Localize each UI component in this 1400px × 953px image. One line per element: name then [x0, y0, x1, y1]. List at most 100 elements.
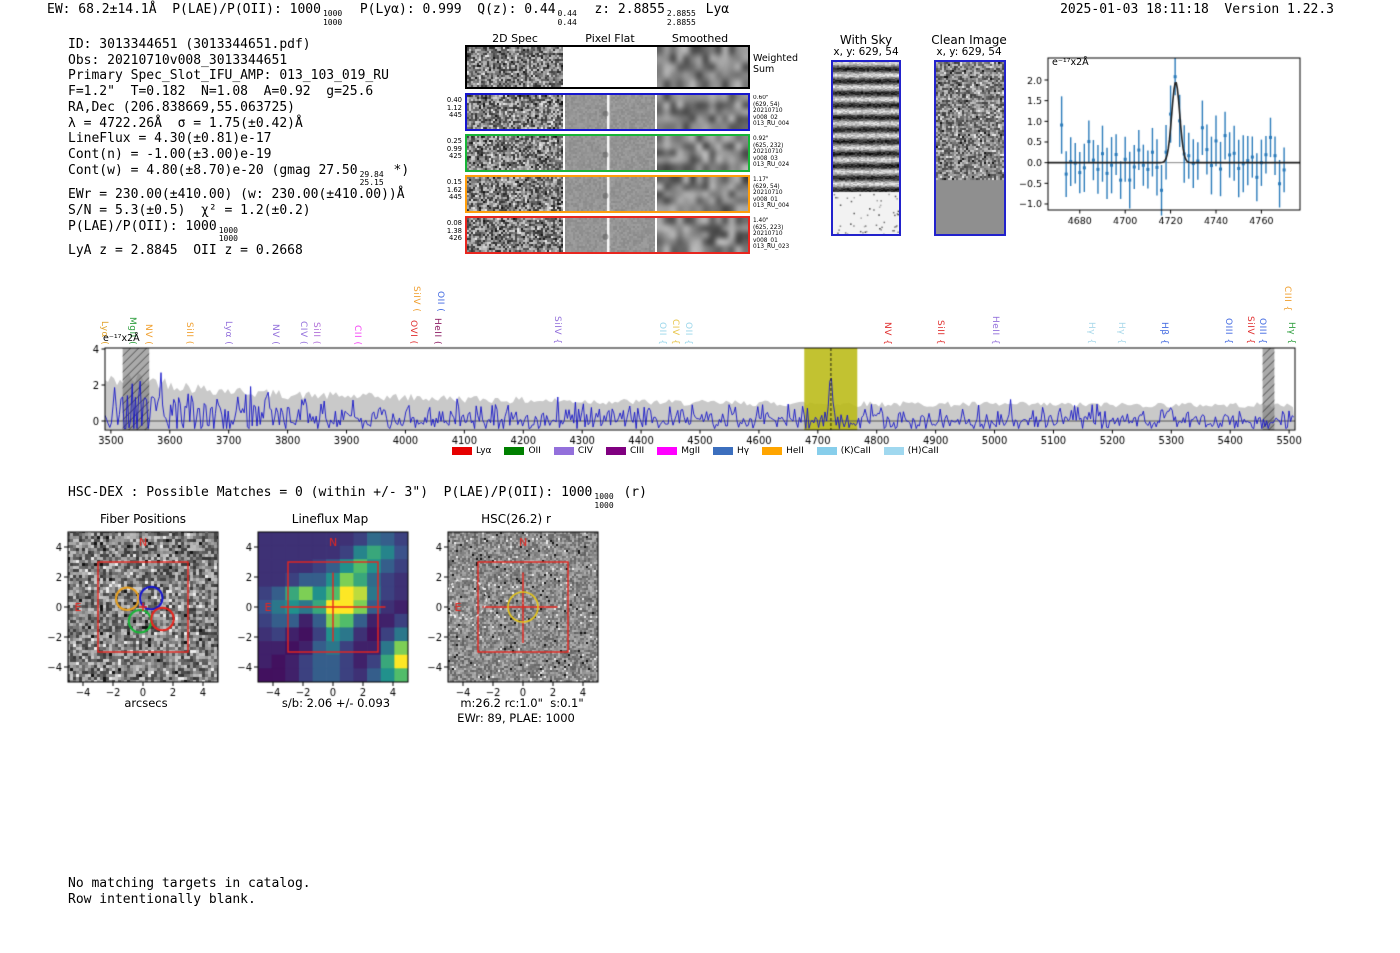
hsc-dex-summary: HSC-DEX : Possible Matches = 0 (within +… — [68, 485, 647, 510]
info-line-11-fraction: 1000 1000 — [218, 226, 238, 244]
main-spectrum-plot — [80, 344, 1305, 446]
strip-right-label: 20210710 — [753, 149, 783, 156]
footer-line-1: No matching targets in catalog. — [68, 876, 311, 891]
legend-label: CIV — [577, 446, 593, 456]
strip-right-label: 0.60" — [753, 95, 769, 101]
strip-right-labels-0: Weighted Sum — [753, 53, 805, 75]
legend-swatch — [504, 447, 525, 455]
info-line-2-text: Primary Spec_Slot_IFU_AMP: 013_103_019_R… — [68, 68, 389, 84]
info-line-11-frac-lo: 1000 — [218, 234, 238, 244]
legend-item-Hγ: Hγ — [713, 446, 749, 456]
spectrum-line-label-SiIV: SiIV { — [552, 316, 562, 345]
timestamp-version: 2025-01-03 18:11:18 Version 1.22.3 — [1060, 2, 1334, 17]
line-fit-plot — [1012, 52, 1304, 234]
strip-right-label: 013_RU_004 — [753, 203, 790, 210]
info-line-0-text: ID: 3013344651 (3013344651.pdf) — [68, 37, 311, 52]
spectrum-line-label-Hγ: Hγ { — [1086, 322, 1096, 345]
spectrum-line-label-OIII: OIII { — [1257, 318, 1267, 345]
hsc-dex-summary-fraction: 1000 1000 — [594, 493, 613, 509]
spectrum-line-label-OII: OII { — [657, 321, 667, 345]
detection-info-block: ID: 3013344651 (3013344651.pdf) Obs: 2021… — [68, 37, 409, 259]
spectrum-line-label-OII: OII { — [683, 321, 693, 345]
summary-header-text: P(Lyα): 0.999 Q(z): 0.44 — [344, 2, 556, 17]
info-line-11-text: P(LAE)/P(OII): 1000 — [68, 218, 217, 234]
info-line-7-text: Cont(n) = -1.00(±3.00)e-19 — [68, 146, 272, 162]
hsc-dex-summary-text: HSC-DEX : Possible Matches = 0 (within +… — [68, 485, 593, 500]
info-line-5-text: λ = 4722.26Å σ = 1.75(±0.42)Å — [68, 115, 303, 131]
info-line-4: RA,Dec (206.838669,55.063725) — [68, 100, 409, 116]
summary-header-text: Lyα — [697, 2, 730, 17]
spectrum-line-label-Hβ: Hβ { — [1159, 321, 1169, 345]
spectrum-line-label-SiII: SiII ( — [184, 322, 194, 345]
info-line-6: LineFlux = 4.30(±0.81)e-17 — [68, 131, 409, 147]
info-line-4-text: RA,Dec (206.838669,55.063725) — [68, 99, 295, 115]
strip-left-labels-2: 0.25 0.99 425 — [420, 137, 462, 161]
hsc-dex-summary-text: (r) — [615, 485, 647, 500]
strip-right-label: Sum — [753, 64, 775, 75]
strip-left-label: 445 — [449, 193, 462, 202]
strip-left-label: 426 — [449, 234, 462, 243]
withsky-coords: x, y: 629, 54 — [833, 46, 899, 58]
legend-swatch — [452, 447, 472, 455]
legend-item-HeII: HeII — [762, 446, 804, 456]
strip-2dspec-image — [467, 136, 563, 170]
lineflux-map-xlabel: s/b: 2.06 +/- 0.093 — [281, 696, 391, 710]
strip-right-label: 1.40" — [753, 218, 769, 224]
clean-title: Clean Image — [931, 33, 1007, 47]
info-line-8-text: Cont(w) = 4.80(±8.70)e-20 (gmag 27.50 — [68, 162, 358, 178]
strip-smoothed-image — [657, 95, 748, 129]
info-line-10: S/N = 5.3(±0.5) χ² = 1.2(±0.2) — [68, 203, 409, 219]
legend-item-(H)CaII: (H)CaII — [883, 446, 939, 456]
spectrum-line-label-OII: OII ( — [435, 290, 445, 312]
lineflux-map-panel — [230, 524, 420, 700]
strip-pixelflat-image — [565, 177, 655, 211]
info-line-8-text: *) — [385, 162, 410, 178]
summary-header: EW: 68.2±14.1Å P(LAE)/P(OII): 1000 1000 10… — [47, 2, 729, 27]
info-line-5: λ = 4722.26Å σ = 1.75(±0.42)Å — [68, 116, 409, 132]
info-line-0: ID: 3013344651 (3013344651.pdf) — [68, 37, 409, 53]
clean-image — [934, 60, 1006, 236]
legend-swatch — [657, 447, 678, 455]
spectrum-line-label-OIII: OIII { — [1223, 318, 1233, 345]
spectrum-line-label-Hγ: Hγ { — [1286, 322, 1296, 345]
strip-2dspec-image — [467, 95, 563, 129]
strip-2dspec-image — [467, 218, 563, 252]
spec2d-strip-2 — [465, 134, 750, 172]
strip-right-label: (625, 232) — [753, 142, 784, 149]
info-line-12: LyA z = 2.8845 OII z = 0.2668 — [68, 243, 409, 259]
spectrum-line-label-Lyα: Lyα ( — [223, 320, 233, 345]
strip-right-label: v008_01 — [753, 237, 778, 244]
info-line-10-text: S/N = 5.3(±0.5) χ² = 1.2(±0.2) — [68, 203, 311, 218]
elixer-report-page: EW: 68.2±14.1Å P(LAE)/P(OII): 1000 1000 10… — [0, 0, 1400, 953]
legend-swatch — [553, 447, 574, 455]
strip-right-label: v008_02 — [753, 114, 778, 121]
strip-right-label: v008_01 — [753, 196, 778, 203]
spectrum-line-label-CIV: CIV { — [670, 318, 680, 345]
spectrum-line-label-SiII: SiII ( — [311, 322, 321, 345]
hsc-r-panel — [420, 524, 610, 700]
info-line-1: Obs: 20210710v008_3013344651 — [68, 53, 409, 69]
strip-pixelflat-image — [565, 95, 655, 129]
legend-swatch — [762, 447, 783, 455]
strip-right-labels-2: 0.92" (625, 232) 20210710 v008_03 013_RU_024 — [753, 136, 805, 169]
spectrum-line-label-CII: CII ( — [352, 324, 362, 345]
summary-header-text: EW: 68.2±14.1Å P(LAE)/P(OII): 1000 — [47, 2, 321, 17]
spectrum-line-label-HeII: HeII ( — [432, 318, 442, 345]
strip-left-label: 445 — [449, 111, 462, 120]
strip-pixelflat-image — [565, 218, 655, 252]
legend-label: Lyα — [476, 446, 492, 456]
legend-swatch — [713, 447, 734, 455]
spectrum-line-label-NV: NV { — [882, 321, 892, 345]
footer-line-2: Row intentionally blank. — [68, 892, 256, 907]
legend-label: MgII — [681, 446, 701, 456]
spectrum-line-label-SiIV: SiIV { — [1245, 316, 1255, 345]
info-line-9-text: EWr = 230.00(±410.00) (w: 230.00(±410.00… — [68, 187, 405, 203]
spectrum-legend: Lyα OII CIV CIII MgII Hγ HeII (K)CaII (H)CaII — [452, 446, 939, 456]
spectrum-line-label-CIII: CIII { — [1282, 286, 1292, 312]
spectrum-line-label-OVI: OVI ( — [408, 320, 418, 345]
strip-smoothed-image — [657, 136, 748, 170]
info-line-8: Cont(w) = 4.80(±8.70)e-20 (gmag 27.50 29.… — [68, 163, 409, 188]
info-line-3: F=1.2" T=0.182 N=1.08 A=0.92 g=25.6 — [68, 84, 409, 100]
info-line-3-text: F=1.2" T=0.182 N=1.08 A=0.92 g=25.6 — [68, 84, 374, 100]
spectrum-line-label-SiII: SiII { — [935, 319, 945, 345]
